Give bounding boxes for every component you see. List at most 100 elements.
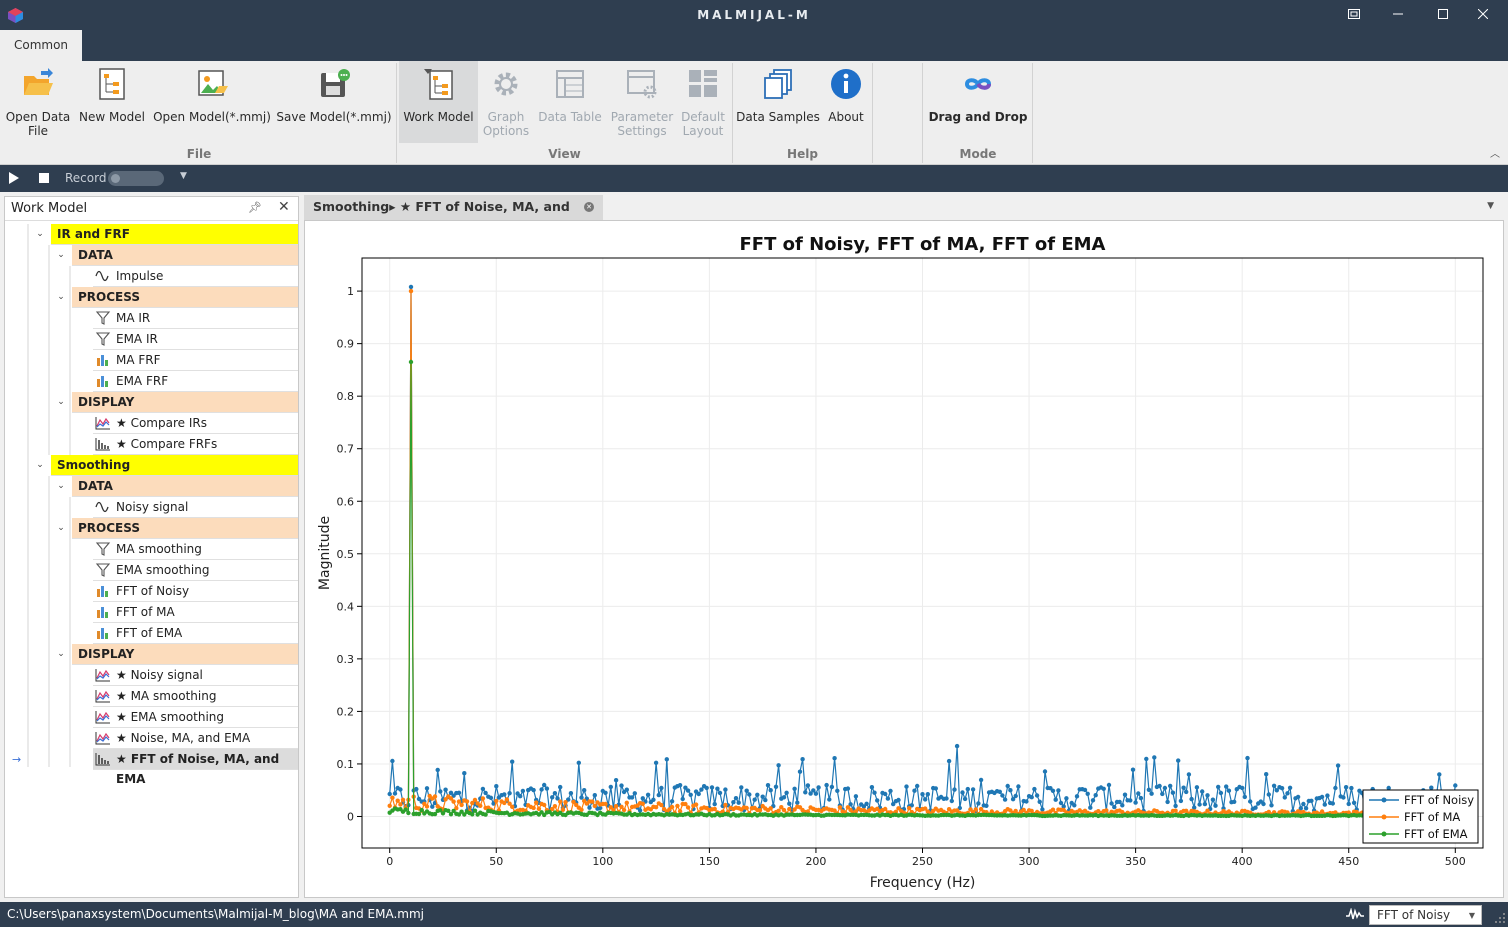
tree-item[interactable]: ★ Compare FRFs (93, 434, 298, 455)
maximize-button[interactable] (1432, 5, 1454, 25)
data-table-button[interactable]: Data Table (536, 61, 604, 143)
tree-item[interactable]: ★ FFT of Noise, MA, and EMA (93, 749, 298, 786)
data-point (1106, 782, 1112, 788)
tree-item[interactable]: FFT of EMA (93, 623, 298, 644)
open-data-file-button[interactable]: Open Data File (3, 61, 73, 143)
pin-icon[interactable]: 📌︎ (248, 201, 262, 214)
tree-item[interactable]: ★ Noise, MA, and EMA (93, 728, 298, 749)
close-tab-icon[interactable]: ✕ (584, 202, 594, 212)
tree-group-ir-and-frf[interactable]: IR and FRF (51, 224, 298, 245)
new-model-button[interactable]: New Model (76, 61, 148, 143)
tree-item[interactable]: EMA IR (93, 329, 298, 350)
tree-item[interactable]: Impulse (93, 266, 298, 287)
data-point (946, 758, 952, 764)
tree-item[interactable]: ★ EMA smoothing (93, 707, 298, 728)
tree-item[interactable]: MA FRF (93, 350, 298, 371)
parameter-settings-button[interactable]: Parameter Settings (608, 61, 676, 143)
tree-item[interactable]: ★ Compare IRs (93, 413, 298, 434)
data-point (1346, 801, 1351, 807)
data-samples-label: Data Samples (736, 110, 820, 124)
data-point (504, 797, 510, 802)
record-toggle[interactable] (108, 171, 164, 186)
data-point (435, 767, 440, 773)
data-point (883, 791, 888, 797)
data-point (787, 801, 792, 806)
chevron-down-icon[interactable]: ⌄ (56, 476, 66, 497)
graph-options-button[interactable]: Graph Options (479, 61, 533, 143)
data-point (1130, 767, 1136, 772)
tree-item[interactable]: FFT of MA (93, 602, 298, 623)
data-point (885, 796, 891, 801)
data-point (875, 798, 880, 803)
stop-icon[interactable] (39, 173, 49, 183)
x-tick-label: 100 (592, 855, 613, 868)
work-model-button[interactable]: Work Model (399, 61, 478, 143)
tree-category-data[interactable]: DATA (72, 245, 298, 266)
data-point (944, 796, 949, 801)
data-point (459, 802, 464, 808)
chevron-down-icon[interactable]: ⌄ (56, 392, 66, 413)
data-point (1309, 798, 1314, 803)
data-point (1162, 785, 1168, 791)
close-button[interactable] (1472, 5, 1494, 25)
data-table-label: Data Table (538, 110, 602, 124)
data-point (792, 786, 797, 791)
play-icon[interactable] (9, 172, 19, 184)
about-button[interactable]: About (824, 61, 868, 143)
save-model-button[interactable]: Save Model(*.mmj) (276, 61, 392, 143)
data-point (949, 798, 954, 804)
data-samples-button[interactable]: Data Samples (736, 61, 820, 143)
tree-item[interactable]: EMA smoothing (93, 560, 298, 581)
data-point (717, 790, 723, 796)
chevron-down-icon[interactable]: ⌄ (35, 455, 45, 476)
data-point (653, 805, 659, 810)
tree-category-process[interactable]: PROCESS (72, 518, 298, 539)
restore-layout-icon[interactable] (1343, 5, 1365, 25)
data-point (1205, 793, 1210, 798)
ribbon-separator (922, 63, 923, 163)
tree-category-data[interactable]: DATA (72, 476, 298, 497)
chart-area[interactable]: 0 50 100 150 200 250 300 350 400 450 500 0 0.1 0.2 0.3… (304, 220, 1504, 898)
minimize-button[interactable] (1387, 5, 1409, 25)
tree-category-display[interactable]: DISPLAY (72, 392, 298, 413)
tree-item[interactable]: FFT of Noisy (93, 581, 298, 602)
tree-item[interactable]: Noisy signal (93, 497, 298, 518)
drag-and-drop-button[interactable]: Drag and Drop (926, 61, 1030, 143)
tree-group-smoothing[interactable]: Smoothing (51, 455, 298, 476)
y-tick-label: 0.3 (337, 653, 355, 666)
default-layout-button[interactable]: Default Layout (678, 61, 728, 143)
data-point (1282, 795, 1287, 800)
document-tab[interactable]: Smoothing▸ ★ FFT of Noise, MA, and EMA ✕ (304, 195, 603, 238)
y-tick-label: 0 (347, 810, 354, 823)
data-point (430, 804, 435, 809)
tree-category-display[interactable]: DISPLAY (72, 644, 298, 665)
tree-item[interactable]: EMA FRF (93, 371, 298, 392)
tab-common[interactable]: Common (0, 30, 82, 61)
data-point (507, 791, 512, 796)
chevron-down-icon[interactable]: ▼ (1487, 201, 1494, 211)
data-point (925, 792, 930, 797)
chevron-down-icon[interactable]: ⌄ (56, 245, 66, 266)
chevron-down-icon[interactable]: ▼ (180, 171, 187, 181)
data-point (651, 797, 656, 802)
data-point (1333, 785, 1338, 791)
tree-item[interactable]: MA IR (93, 308, 298, 329)
open-model-button[interactable]: Open Model(*.mmj) (152, 61, 272, 143)
collapse-ribbon-icon[interactable]: ︿ (1490, 145, 1500, 160)
chart-title: FFT of Noisy, FFT of MA, FFT of EMA (740, 234, 1106, 255)
tree-item[interactable]: MA smoothing (93, 539, 298, 560)
tree-item[interactable]: ★ MA smoothing (93, 686, 298, 707)
chevron-down-icon[interactable]: ⌄ (56, 287, 66, 308)
tree-item-label: ★ FFT of Noise, MA, and EMA (116, 752, 280, 786)
tree-item[interactable]: ★ Noisy signal (93, 665, 298, 686)
chevron-down-icon[interactable]: ⌄ (56, 644, 66, 665)
chevron-down-icon[interactable]: ⌄ (35, 224, 45, 245)
resize-grip-icon[interactable] (1494, 912, 1506, 924)
close-icon[interactable]: ✕ (278, 199, 290, 215)
chevron-down-icon[interactable]: ⌄ (56, 518, 66, 539)
view-select[interactable]: FFT of Noisy ▼ (1369, 905, 1482, 925)
tree-category-process[interactable]: PROCESS (72, 287, 298, 308)
data-point (400, 797, 406, 802)
fft-chart[interactable]: 0 50 100 150 200 250 300 350 400 450 500 0 0.1 0.2 0.3… (305, 221, 1503, 897)
data-point (1266, 792, 1271, 797)
